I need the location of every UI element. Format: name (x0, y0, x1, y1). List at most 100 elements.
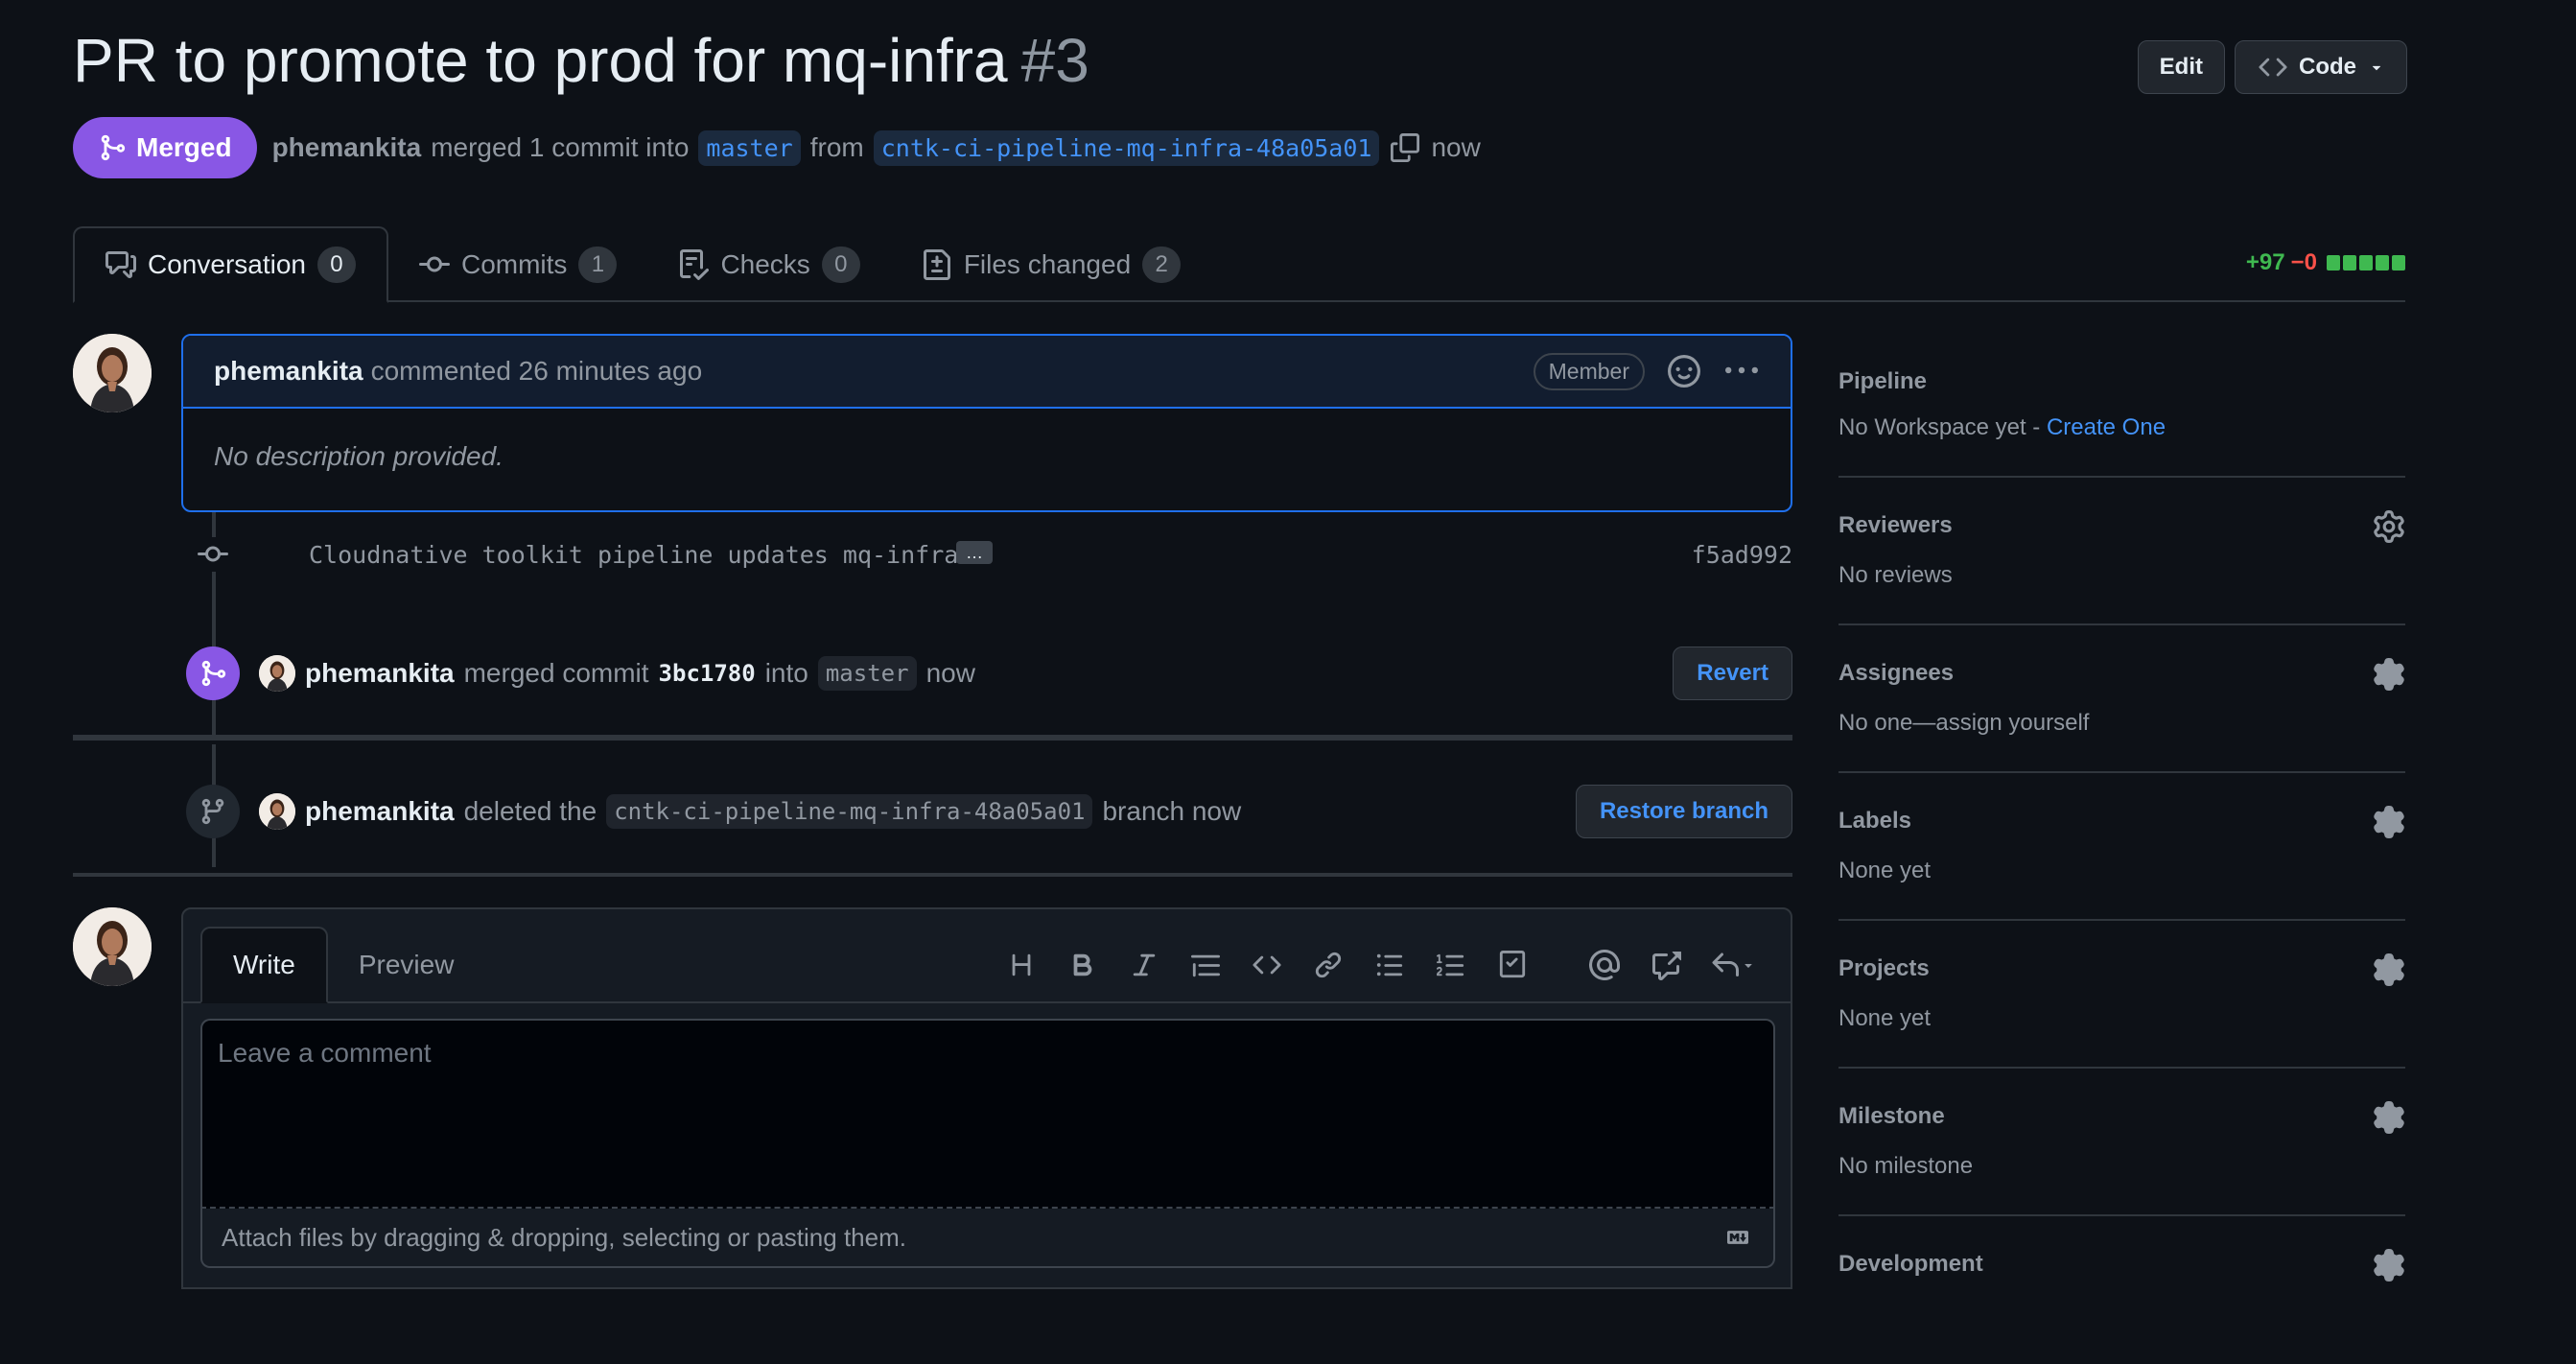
gear-icon[interactable] (2373, 658, 2405, 691)
code-label: Code (2299, 54, 2356, 80)
commit-row: Cloudnative toolkit pipeline updates mq-… (192, 533, 1792, 576)
delete-event-action: deleted the (463, 796, 597, 826)
tab-checks-label: Checks (720, 249, 810, 279)
heading-button[interactable] (991, 938, 1052, 992)
git-merge-icon (201, 660, 226, 687)
kebab-horizontal-icon[interactable] (1723, 355, 1760, 388)
revert-button[interactable]: Revert (1673, 647, 1792, 700)
markdown-icon (1727, 1231, 1748, 1244)
reply-icon (1712, 952, 1739, 976)
sidebar-projects-title[interactable]: Projects (1838, 955, 1930, 982)
delete-event-suffix: branch now (1102, 796, 1242, 826)
avatar[interactable] (259, 793, 295, 830)
commit-message[interactable]: Cloudnative toolkit pipeline updates mq-… (309, 541, 958, 569)
sidebar-assignees: Assignees No one—assign yourself (1838, 625, 2405, 773)
merge-event: phemankita merged commit 3bc1780 into ma… (186, 647, 1792, 700)
quote-button[interactable] (1175, 938, 1236, 992)
create-workspace-link[interactable]: Create One (2047, 414, 2166, 440)
gear-icon[interactable] (2373, 510, 2405, 543)
copy-icon[interactable] (1391, 133, 1420, 162)
merge-event-text: phemankita merged commit 3bc1780 into ma… (305, 656, 975, 691)
sidebar-pipeline-value: No Workspace yet - Create One (1838, 414, 2166, 441)
comment-textarea[interactable] (200, 1019, 1775, 1209)
sidebar-milestone: Milestone No milestone (1838, 1069, 2405, 1216)
gear-icon[interactable] (2373, 1249, 2405, 1282)
gear-icon[interactable] (2373, 1101, 2405, 1134)
event-author[interactable]: phemankita (305, 658, 455, 689)
sidebar-development-title[interactable]: Development (1838, 1251, 1983, 1278)
write-tab[interactable]: Write (200, 927, 328, 1003)
heading-icon (1012, 953, 1031, 976)
sidebar-labels-title[interactable]: Labels (1838, 808, 1911, 835)
head-branch[interactable]: cntk-ci-pipeline-mq-infra-48a05a01 (873, 129, 1380, 166)
merge-commit-sha[interactable]: 3bc1780 (659, 660, 756, 687)
unordered-list-button[interactable] (1359, 938, 1420, 992)
task-list-button[interactable] (1482, 938, 1543, 992)
preview-tab[interactable]: Preview (328, 927, 485, 1003)
merge-target-branch[interactable]: master (817, 656, 917, 691)
pr-title: PR to promote to prod for mq-infra #3 (73, 25, 1089, 96)
merge-summary: phemankita merged 1 commit into master f… (272, 129, 1481, 166)
tab-conversation[interactable]: Conversation 0 (73, 226, 388, 303)
gear-icon[interactable] (2373, 806, 2405, 838)
avatar[interactable] (259, 655, 295, 692)
italic-button[interactable] (1113, 938, 1175, 992)
caret-down-icon (2372, 65, 2381, 71)
code-button[interactable] (1236, 938, 1298, 992)
sidebar-reviewers: Reviewers No reviews (1838, 478, 2405, 625)
comment-author[interactable]: phemankita (214, 356, 363, 387)
restore-branch-button[interactable]: Restore branch (1575, 785, 1792, 838)
sidebar-milestone-title[interactable]: Milestone (1838, 1103, 1945, 1130)
sidebar-assignees-value[interactable]: No one—assign yourself (1838, 710, 2089, 737)
tab-commits[interactable]: Commits 1 (388, 226, 647, 303)
base-branch[interactable]: master (698, 129, 801, 166)
link-icon (1315, 952, 1342, 978)
attach-files-bar[interactable]: Attach files by dragging & dropping, sel… (200, 1209, 1775, 1268)
smiley-icon[interactable] (1668, 355, 1700, 388)
mention-icon (1589, 950, 1620, 980)
gear-icon[interactable] (2373, 953, 2405, 986)
commit-expand-button[interactable]: … (956, 541, 993, 564)
saved-replies-button[interactable] (1697, 938, 1769, 992)
comment-body: No description provided. (214, 441, 503, 471)
comment-editor: Write Preview Attach files by dragging &… (181, 907, 1792, 1289)
sidebar-assignees-title[interactable]: Assignees (1838, 660, 1954, 687)
pipeline-text: No Workspace yet - (1838, 414, 2047, 440)
tab-conversation-label: Conversation (148, 249, 306, 279)
ordered-list-button[interactable] (1420, 938, 1482, 992)
deleted-branch-name: cntk-ci-pipeline-mq-infra-48a05a01 (606, 794, 1093, 829)
branch-event-badge (186, 785, 240, 838)
git-commit-icon (198, 546, 228, 562)
git-branch-icon (201, 798, 224, 825)
checklist-icon (680, 249, 710, 280)
pr-status-line: Merged phemankita merged 1 commit into m… (73, 117, 1481, 178)
timeline-divider (73, 873, 1792, 877)
commit-sha[interactable]: f5ad992 (1692, 541, 1792, 569)
edit-button[interactable]: Edit (2137, 40, 2225, 94)
merged-label: Merged (136, 132, 232, 162)
sidebar-pipeline-title: Pipeline (1838, 368, 1928, 394)
bold-button[interactable] (1052, 938, 1113, 992)
merge-event-time[interactable]: now (926, 658, 975, 689)
italic-icon (1133, 953, 1156, 976)
event-author[interactable]: phemankita (305, 796, 455, 827)
comment-timestamp[interactable]: commented 26 minutes ago (371, 356, 703, 387)
sidebar-reviewers-title[interactable]: Reviewers (1838, 512, 1953, 539)
tab-files-changed[interactable]: Files changed 2 (891, 226, 1211, 303)
avatar[interactable] (73, 334, 152, 412)
file-diff-icon (923, 249, 950, 280)
tab-checks[interactable]: Checks 0 (647, 226, 890, 303)
list-unordered-icon (1376, 953, 1403, 976)
link-button[interactable] (1298, 938, 1359, 992)
code-button[interactable]: Code (2235, 40, 2407, 94)
tab-commits-count: 1 (578, 247, 618, 283)
avatar[interactable] (73, 907, 152, 986)
pr-number: #3 (1020, 26, 1089, 95)
cross-reference-button[interactable] (1635, 938, 1697, 992)
pr-tabs: Conversation 0 Commits 1 Checks 0 Files … (73, 226, 1211, 303)
merge-event-badge (186, 647, 240, 700)
diffstat-deletions: −0 (2290, 249, 2317, 275)
diffstat-blocks (2327, 255, 2405, 270)
mention-button[interactable] (1574, 938, 1635, 992)
author-link[interactable]: phemankita (272, 132, 422, 163)
